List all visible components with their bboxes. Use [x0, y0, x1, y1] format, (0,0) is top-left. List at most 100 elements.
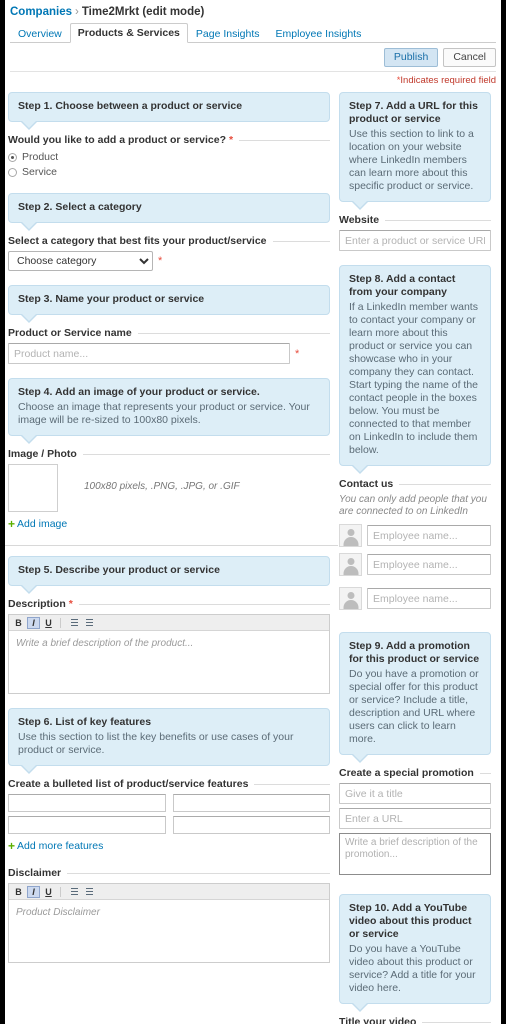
step-10-callout: Step 10. Add a YouTube video about this … — [339, 894, 491, 1012]
category-select[interactable]: Choose category — [8, 251, 153, 271]
product-or-service-label: Would you like to add a product or servi… — [8, 134, 330, 146]
feature-input-2[interactable] — [172, 794, 330, 812]
linkedin-company-products-edit-page: Companies › Time2Mrkt (edit mode) Overview… — [0, 0, 506, 1024]
description-editor-toolbar: B I U — [9, 615, 329, 631]
website-url-input[interactable] — [339, 230, 491, 251]
page-header: Companies › Time2Mrkt (edit mode) Overview… — [0, 0, 506, 92]
label-rule — [78, 603, 330, 605]
disclaimer-editor-toolbar: B I U — [9, 884, 329, 900]
step-9-desc: Do you have a promotion or special offer… — [349, 668, 479, 745]
step-7-title: Step 7. Add a URL for this product or se… — [349, 100, 478, 125]
label-rule — [67, 872, 330, 874]
radio-option-product[interactable]: Product — [8, 150, 330, 164]
capture-edge-right — [501, 0, 506, 1024]
person-avatar-icon — [339, 553, 362, 576]
add-more-features-link[interactable]: + Add more features — [8, 840, 103, 852]
step-7-callout: Step 7. Add a URL for this product or se… — [339, 92, 491, 210]
right-column: Step 7. Add a URL for this product or se… — [339, 92, 491, 1024]
tab-products-services[interactable]: Products & Services — [69, 23, 188, 43]
label-rule — [385, 219, 491, 221]
plus-icon: + — [8, 839, 16, 853]
tab-page-insights[interactable]: Page Insights — [188, 24, 268, 43]
bulleted-list-icon[interactable] — [66, 617, 79, 629]
bold-icon[interactable]: B — [12, 886, 25, 898]
toolbar-divider — [60, 617, 61, 628]
step-6-desc: Use this section to list the key benefit… — [18, 731, 294, 756]
image-placeholder[interactable] — [8, 464, 58, 512]
label-rule — [399, 483, 491, 485]
bulleted-list-icon[interactable] — [66, 886, 79, 898]
product-name-input[interactable] — [8, 343, 290, 364]
employee-name-input-3[interactable] — [367, 588, 491, 609]
tab-employee-insights[interactable]: Employee Insights — [268, 24, 370, 43]
bold-icon[interactable]: B — [12, 617, 25, 629]
label-rule — [239, 139, 330, 141]
step-4-callout: Step 4. Add an image of your product or … — [8, 378, 330, 444]
feature-input-4[interactable] — [172, 816, 330, 834]
capture-edge-left — [0, 0, 5, 1024]
italic-icon[interactable]: I — [27, 616, 40, 629]
tab-overview[interactable]: Overview — [10, 24, 70, 43]
label-rule — [422, 1021, 491, 1023]
promotion-label: Create a special promotion — [339, 767, 491, 779]
radio-option-service[interactable]: Service — [8, 165, 330, 179]
required-field-note: *Indicates required field — [10, 72, 496, 92]
step-2-title: Step 2. Select a category — [18, 201, 142, 213]
description-label: Description * — [8, 598, 330, 610]
label-rule — [254, 783, 330, 785]
step-9-callout: Step 9. Add a promotion for this product… — [339, 632, 491, 763]
step-3-title: Step 3. Name your product or service — [18, 293, 205, 305]
contact-row-2 — [339, 553, 491, 576]
radio-product-icon[interactable] — [8, 152, 17, 162]
breadcrumb-separator: › — [75, 6, 79, 18]
breadcrumb-current: Time2Mrkt (edit mode) — [81, 6, 205, 18]
step-4-desc: Choose an image that represents your pro… — [18, 401, 310, 426]
product-or-service-label-text: Would you like to add a product or servi… — [8, 134, 227, 146]
product-name-label: Product or Service name — [8, 327, 330, 339]
feature-input-3[interactable] — [8, 816, 166, 834]
image-photo-label-text: Image / Photo — [8, 448, 77, 460]
underline-icon[interactable]: U — [42, 886, 55, 898]
contact-us-label-text: Contact us — [339, 478, 394, 490]
toolbar-divider — [60, 886, 61, 897]
description-editor-body[interactable]: Write a brief description of the product… — [9, 631, 329, 693]
numbered-list-icon[interactable] — [81, 886, 94, 898]
breadcrumb-companies-link[interactable]: Companies — [10, 6, 72, 18]
image-spec-note: 100x80 pixels, .PNG, .JPG, or .GIF — [84, 481, 240, 492]
image-upload-row: 100x80 pixels, .PNG, .JPG, or .GIF — [8, 464, 330, 512]
step-3-callout: Step 3. Name your product or service — [8, 285, 330, 323]
product-name-required: * — [295, 347, 300, 360]
breadcrumb: Companies › Time2Mrkt (edit mode) — [10, 6, 496, 18]
step-5-title: Step 5. Describe your product or service — [18, 564, 220, 576]
image-photo-label: Image / Photo — [8, 448, 330, 460]
promotion-title-input[interactable] — [339, 783, 491, 804]
plus-icon: + — [8, 517, 16, 531]
radio-service-label: Service — [22, 166, 58, 178]
label-rule — [272, 240, 330, 242]
label-rule — [137, 332, 330, 334]
website-label: Website — [339, 214, 491, 226]
video-title-label: Title your video — [339, 1016, 491, 1024]
left-column: Step 1. Choose between a product or serv… — [0, 92, 338, 963]
publish-button[interactable]: Publish — [383, 48, 439, 67]
radio-service-icon[interactable] — [8, 167, 17, 177]
promotion-url-input[interactable] — [339, 808, 491, 829]
promotion-description-textarea[interactable] — [339, 833, 491, 875]
italic-icon[interactable]: I — [27, 885, 40, 898]
underline-icon[interactable]: U — [42, 617, 55, 629]
radio-product-label: Product — [22, 151, 59, 163]
step-4-title: Step 4. Add an image of your product or … — [18, 386, 260, 398]
capture-seam-spacer — [339, 576, 491, 581]
step-6-title: Step 6. List of key features — [18, 716, 152, 728]
features-label-text: Create a bulleted list of product/servic… — [8, 778, 249, 790]
category-label: Select a category that best fits your pr… — [8, 235, 330, 247]
cancel-button[interactable]: Cancel — [443, 48, 496, 67]
step-8-title: Step 8. Add a contact from your company — [349, 273, 456, 298]
add-image-label: Add image — [17, 518, 68, 530]
employee-name-input-1[interactable] — [367, 525, 491, 546]
disclaimer-editor-body[interactable]: Product Disclaimer — [9, 900, 329, 962]
feature-input-1[interactable] — [8, 794, 166, 812]
add-image-link[interactable]: + Add image — [8, 518, 67, 530]
numbered-list-icon[interactable] — [81, 617, 94, 629]
employee-name-input-2[interactable] — [367, 554, 491, 575]
